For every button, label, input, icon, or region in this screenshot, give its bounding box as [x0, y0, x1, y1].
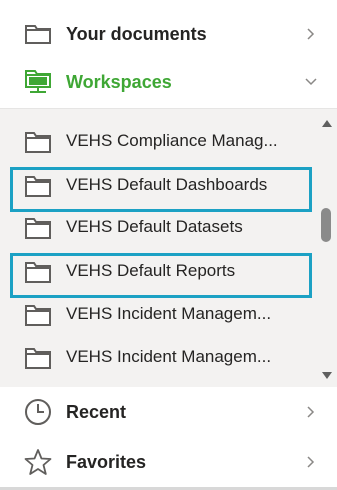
- workspace-label: VEHS Default Reports: [66, 261, 236, 280]
- nav-label-favorites: Favorites: [66, 451, 147, 472]
- chevron-down-icon: [305, 76, 317, 88]
- scroll-up-arrow-icon[interactable]: [322, 120, 332, 127]
- chevron-right-icon: [305, 456, 317, 468]
- folder-icon: [25, 131, 51, 153]
- scrollbar-thumb[interactable]: [321, 208, 331, 242]
- nav-recent[interactable]: Recent: [0, 387, 337, 437]
- chevron-right-icon: [305, 28, 317, 40]
- workspace-label: VEHS Default Datasets: [66, 217, 243, 236]
- workspaces-scrollbar[interactable]: [316, 109, 337, 387]
- nav-favorites[interactable]: Favorites: [0, 437, 337, 487]
- workspace-label: VEHS Incident Managem...: [66, 347, 272, 366]
- workspaces-list-panel: VEHS Compliance Manag... VEHS Default Da…: [0, 108, 337, 388]
- nav-label-your-documents: Your documents: [66, 23, 207, 44]
- star-icon: [24, 448, 52, 476]
- folder-icon: [25, 304, 51, 326]
- workspace-label: VEHS Default Dashboards: [66, 175, 268, 194]
- workspace-label: VEHS Compliance Manag...: [66, 131, 278, 150]
- workspace-icon: [24, 68, 52, 96]
- folder-icon: [25, 347, 51, 369]
- workspace-item[interactable]: VEHS Default Dashboards: [0, 164, 316, 212]
- folder-icon: [25, 261, 51, 283]
- workspace-label: VEHS Incident Managem...: [66, 304, 272, 323]
- workspace-item[interactable]: VEHS Compliance Manag...: [0, 120, 316, 163]
- nav-workspaces[interactable]: Workspaces: [0, 57, 337, 107]
- folder-icon: [25, 175, 51, 197]
- workspace-item[interactable]: VEHS Incident Managem...: [0, 336, 316, 379]
- folder-icon: [24, 20, 52, 48]
- nav-label-workspaces: Workspaces: [66, 71, 172, 92]
- workspace-item[interactable]: VEHS Incident Managem...: [0, 293, 316, 336]
- folder-icon: [25, 217, 51, 239]
- nav-label-recent: Recent: [66, 401, 127, 422]
- workspace-item[interactable]: VEHS Default Datasets: [0, 206, 316, 249]
- nav-your-documents[interactable]: Your documents: [0, 9, 337, 59]
- chevron-right-icon: [305, 406, 317, 418]
- scroll-down-arrow-icon[interactable]: [322, 372, 332, 379]
- workspace-item[interactable]: VEHS Default Reports: [0, 250, 316, 298]
- clock-icon: [24, 398, 52, 426]
